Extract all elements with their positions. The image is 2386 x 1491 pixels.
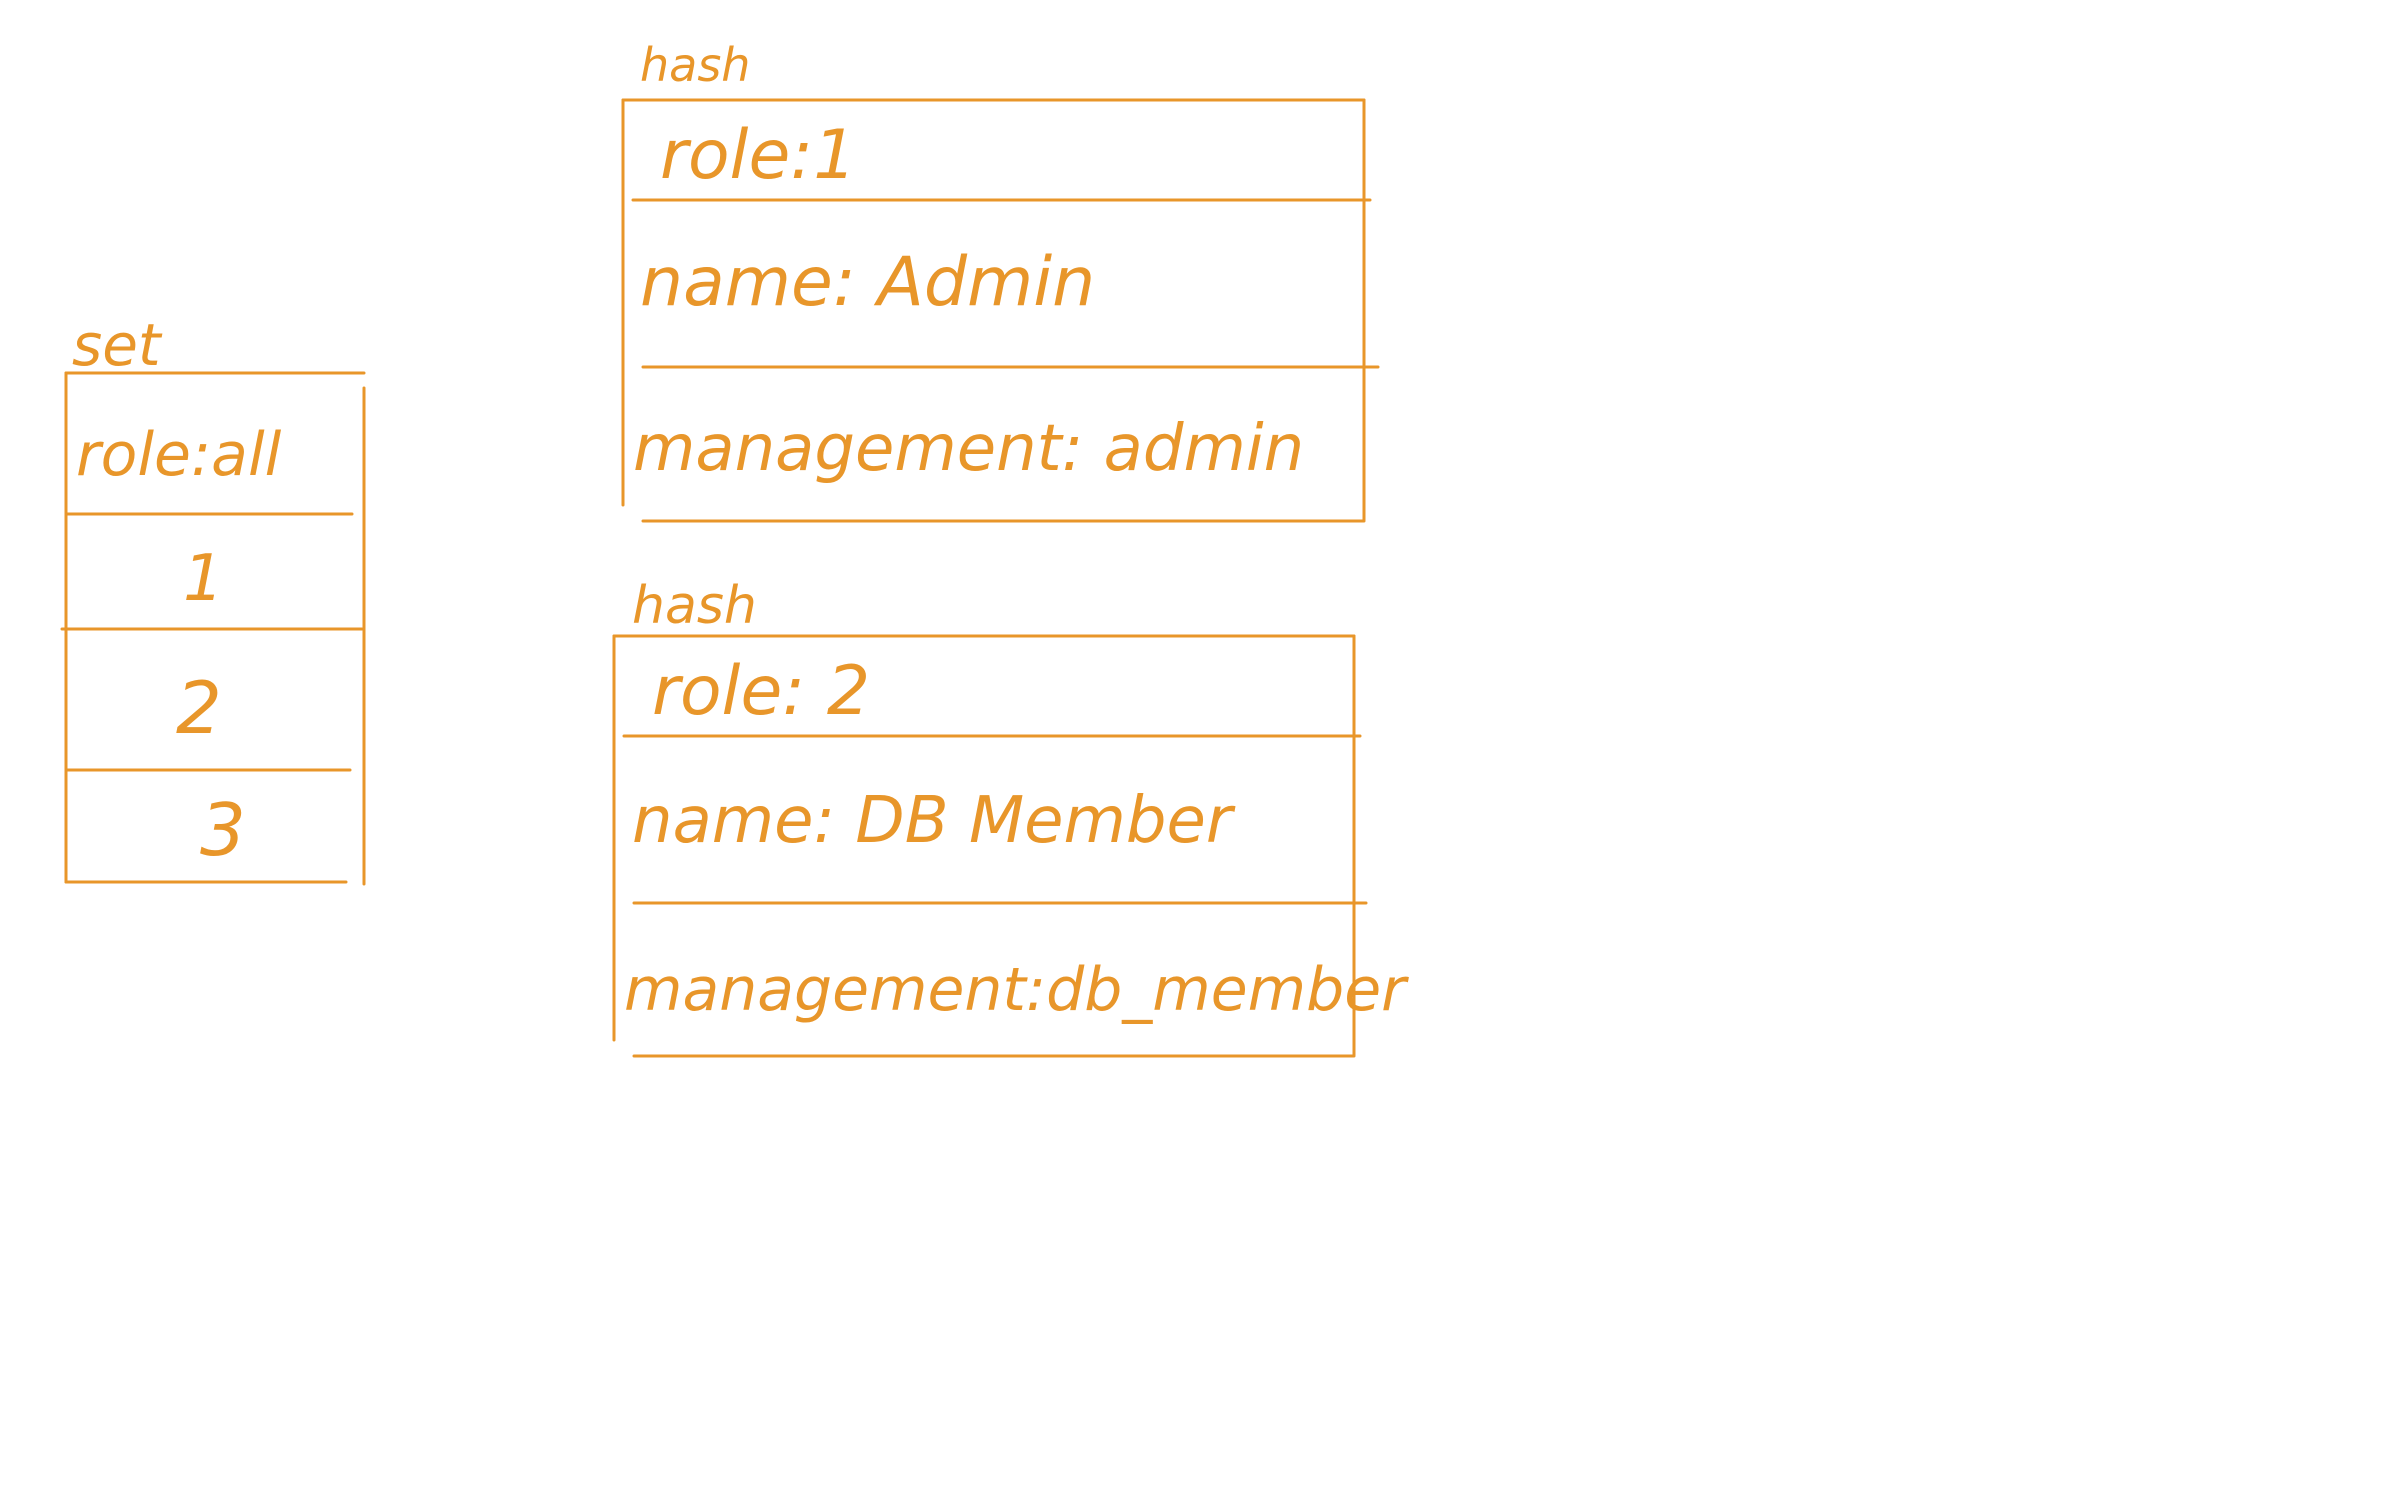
hash-label: hash xyxy=(632,576,757,636)
hash-field-name: name: DB Member xyxy=(632,784,1236,858)
set-structure: set role:all 1 2 3 xyxy=(60,311,366,886)
hash-key: role:1 xyxy=(660,116,856,195)
hash-label: hash xyxy=(640,38,750,92)
set-member: 2 xyxy=(176,666,222,750)
set-member: 3 xyxy=(200,788,246,872)
set-member: 1 xyxy=(183,542,224,616)
set-label: set xyxy=(72,311,163,379)
redis-data-sketch: set role:all 1 2 3 hash role:1 name: Adm… xyxy=(60,38,1409,1058)
hash-structure-role-2: hash role: 2 name: DB Member management:… xyxy=(612,576,1409,1058)
hash-structure-role-1: hash role:1 name: Admin management: admi… xyxy=(621,38,1380,523)
hash-key: role: 2 xyxy=(652,652,870,731)
hash-field-management: management: admin xyxy=(633,412,1304,486)
hash-field-management: management:db_member xyxy=(624,955,1409,1025)
set-key: role:all xyxy=(76,420,282,490)
hash-field-name: name: Admin xyxy=(640,243,1095,322)
